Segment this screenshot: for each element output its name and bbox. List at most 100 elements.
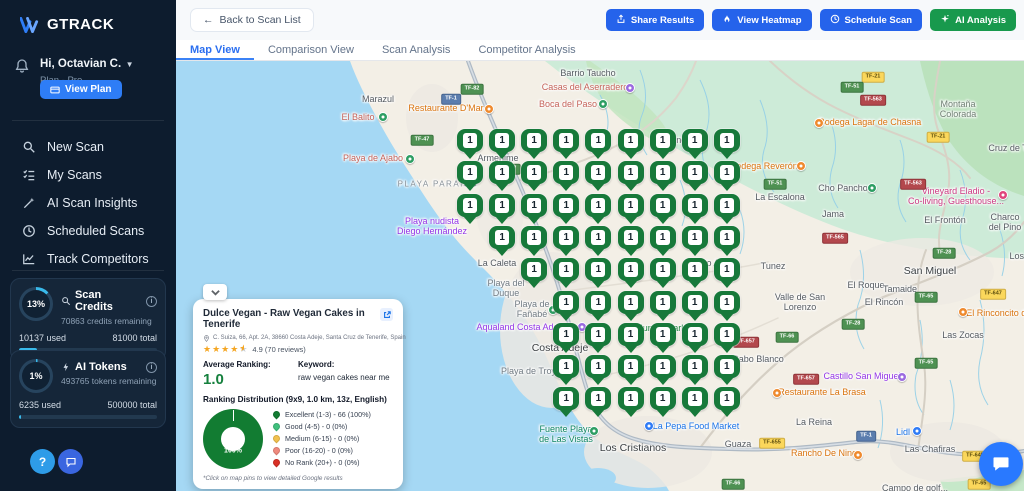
map-pin[interactable]: 1 [618,129,644,161]
bell-icon[interactable] [14,58,30,74]
map[interactable]: Barrio TauchoCasas del AserraderoBoca de… [176,61,1024,491]
view-heatmap-button[interactable]: View Heatmap [712,9,811,31]
map-pin[interactable]: 1 [553,323,579,355]
sidebar-item-new-scan[interactable]: New Scan [0,133,176,161]
map-pin[interactable]: 1 [553,387,579,419]
map-pin[interactable]: 1 [585,129,611,161]
map-pin[interactable]: 1 [650,355,676,387]
map-pin[interactable]: 1 [553,355,579,387]
map-pin[interactable]: 1 [553,258,579,290]
share-results-button[interactable]: Share Results [606,9,704,31]
poi-icon[interactable] [644,421,654,431]
map-pin[interactable]: 1 [553,194,579,226]
tab-competitor-analysis[interactable]: Competitor Analysis [464,40,589,60]
map-pin[interactable]: 1 [457,194,483,226]
map-pin[interactable]: 1 [714,387,740,419]
help-button[interactable]: ? [30,449,55,474]
tab-scan-analysis[interactable]: Scan Analysis [368,40,464,60]
poi-icon[interactable] [912,426,922,436]
map-pin[interactable]: 1 [618,387,644,419]
poi-icon[interactable] [589,426,599,436]
map-pin[interactable]: 1 [650,161,676,193]
poi-icon[interactable] [897,372,907,382]
map-pin[interactable]: 1 [618,161,644,193]
map-pin[interactable]: 1 [682,161,708,193]
map-pin[interactable]: 1 [682,226,708,258]
back-to-scan-list-button[interactable]: ← Back to Scan List [190,8,314,32]
map-pin[interactable]: 1 [585,161,611,193]
map-pin[interactable]: 1 [650,194,676,226]
poi-icon[interactable] [378,112,388,122]
map-pin[interactable]: 1 [650,387,676,419]
sidebar-item-track-competitors[interactable]: Track Competitors [0,245,176,273]
ai-analysis-button[interactable]: AI Analysis [930,9,1016,31]
map-pin[interactable]: 1 [618,226,644,258]
map-pin[interactable]: 1 [650,129,676,161]
map-pin[interactable]: 1 [714,355,740,387]
map-pin[interactable]: 1 [585,194,611,226]
collapse-card-button[interactable] [203,284,227,300]
feedback-chat-button[interactable] [58,449,83,474]
map-pin[interactable]: 1 [585,258,611,290]
map-pin[interactable]: 1 [682,258,708,290]
map-pin[interactable]: 1 [682,291,708,323]
poi-icon[interactable] [958,307,968,317]
map-pin[interactable]: 1 [553,226,579,258]
info-icon[interactable]: i [146,296,157,307]
map-pin[interactable]: 1 [618,258,644,290]
schedule-scan-button[interactable]: Schedule Scan [820,9,923,31]
map-pin[interactable]: 1 [553,291,579,323]
poi-icon[interactable] [867,183,877,193]
user-greeting[interactable]: Hi, Octavian C. [40,58,121,70]
poi-icon[interactable] [772,388,782,398]
map-pin[interactable]: 1 [585,387,611,419]
map-pin[interactable]: 1 [585,355,611,387]
map-pin[interactable]: 1 [521,129,547,161]
sidebar-item-my-scans[interactable]: My Scans [0,161,176,189]
external-link-icon[interactable] [380,308,393,321]
chevron-down-icon[interactable]: ▼ [126,60,134,69]
map-pin[interactable]: 1 [650,291,676,323]
map-pin[interactable]: 1 [521,161,547,193]
map-pin[interactable]: 1 [650,226,676,258]
map-pin[interactable]: 1 [618,323,644,355]
poi-icon[interactable] [853,450,863,460]
map-pin[interactable]: 1 [618,355,644,387]
poi-icon[interactable] [625,83,635,93]
map-pin[interactable]: 1 [650,258,676,290]
map-pin[interactable]: 1 [489,161,515,193]
map-pin[interactable]: 1 [618,291,644,323]
map-pin[interactable]: 1 [585,323,611,355]
map-pin[interactable]: 1 [714,226,740,258]
map-pin[interactable]: 1 [553,161,579,193]
info-icon[interactable]: i [146,362,157,373]
map-pin[interactable]: 1 [682,387,708,419]
poi-icon[interactable] [814,118,824,128]
map-pin[interactable]: 1 [682,323,708,355]
map-pin[interactable]: 1 [714,258,740,290]
poi-icon[interactable] [598,99,608,109]
map-pin[interactable]: 1 [682,194,708,226]
map-pin[interactable]: 1 [618,194,644,226]
map-pin[interactable]: 1 [457,129,483,161]
map-pin[interactable]: 1 [682,129,708,161]
map-pin[interactable]: 1 [714,291,740,323]
map-pin[interactable]: 1 [521,226,547,258]
map-pin[interactable]: 1 [585,226,611,258]
sidebar-item-ai-scan-insights[interactable]: AI Scan Insights [0,189,176,217]
map-pin[interactable]: 1 [553,129,579,161]
map-pin[interactable]: 1 [714,161,740,193]
map-pin[interactable]: 1 [714,323,740,355]
poi-icon[interactable] [405,154,415,164]
sidebar-item-scheduled-scans[interactable]: Scheduled Scans [0,217,176,245]
map-pin[interactable]: 1 [489,226,515,258]
map-pin[interactable]: 1 [521,258,547,290]
poi-icon[interactable] [484,104,494,114]
view-plan-button[interactable]: View Plan [40,80,122,99]
tab-map-view[interactable]: Map View [176,40,254,60]
poi-icon[interactable] [998,190,1008,200]
map-pin[interactable]: 1 [650,323,676,355]
map-pin[interactable]: 1 [714,194,740,226]
map-pin[interactable]: 1 [521,194,547,226]
map-pin[interactable]: 1 [489,194,515,226]
